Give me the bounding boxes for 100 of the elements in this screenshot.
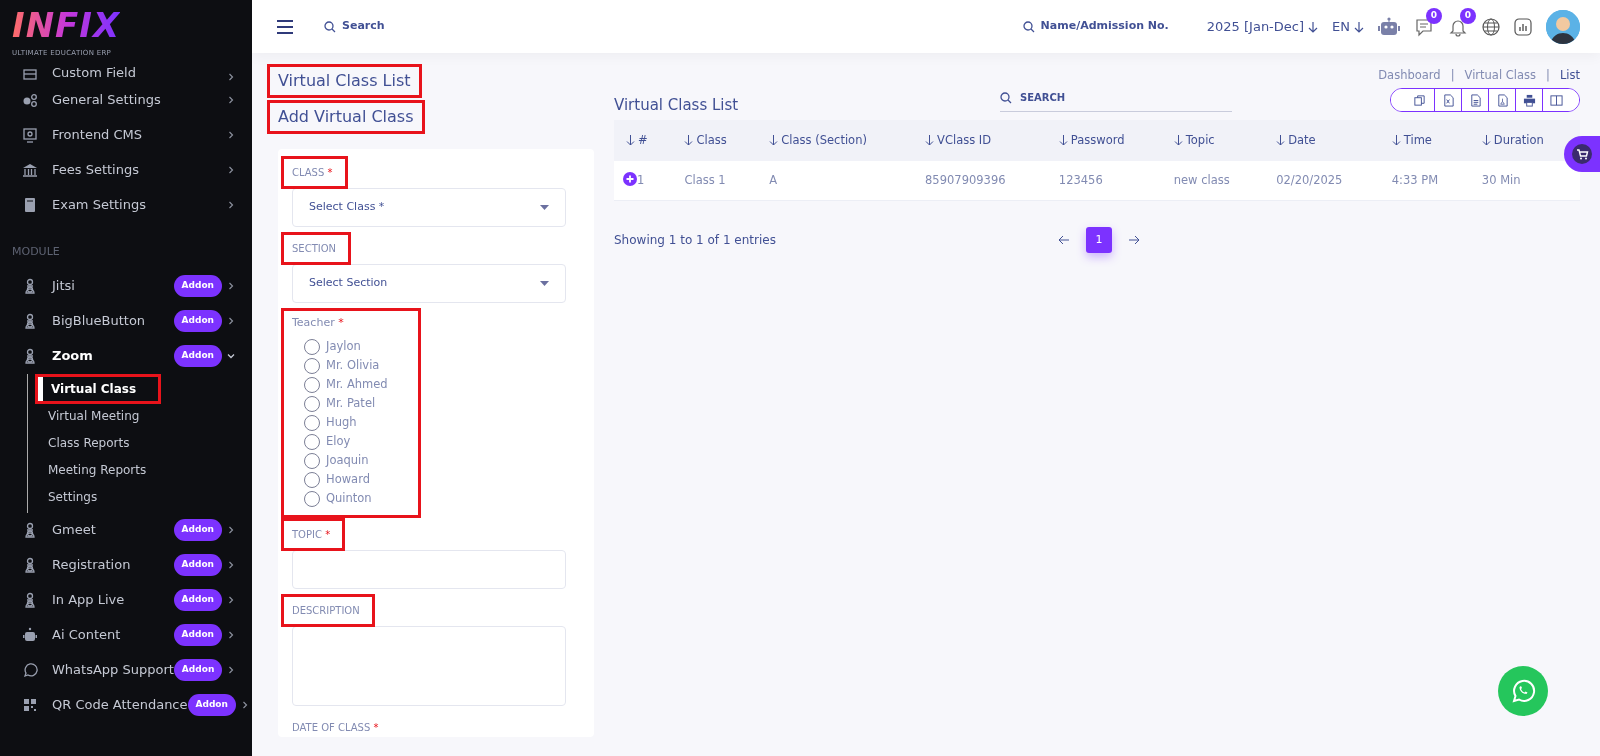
caret-icon	[540, 281, 549, 286]
sidebar-item[interactable]: In App Live Addon	[0, 582, 252, 618]
table-cell: 30 Min	[1469, 161, 1580, 201]
sort-arrow-icon	[1276, 135, 1286, 147]
cart-button[interactable]	[1564, 136, 1600, 172]
export-button[interactable]	[1435, 89, 1462, 112]
person-icon	[22, 278, 38, 294]
export-button[interactable]	[1516, 89, 1543, 112]
select-field[interactable]: Select Class *	[292, 188, 566, 227]
chevron-icon	[226, 281, 236, 291]
phone-chat-icon	[1510, 678, 1536, 704]
column-header[interactable]: #	[614, 120, 673, 162]
submenu-item[interactable]: Virtual Meeting	[28, 402, 252, 430]
columns-icon	[1549, 93, 1563, 107]
chevron-icon	[226, 72, 236, 82]
sidebar-item[interactable]: Ai Content Addon	[0, 617, 252, 653]
sidebar-item[interactable]: QR Code Attendance Addon	[0, 687, 252, 723]
table-cell: 4:33 PM	[1379, 161, 1470, 201]
addon-badge: Addon	[173, 624, 222, 646]
radio-option[interactable]: Mr. Patel	[292, 394, 388, 414]
textarea-field[interactable]	[292, 625, 566, 706]
export-button[interactable]	[1543, 89, 1579, 112]
count-badge: 0	[1426, 7, 1442, 24]
sidebar-item[interactable]: Fees Settings	[0, 152, 252, 187]
chevron-icon	[226, 129, 236, 140]
expand-icon[interactable]	[623, 171, 637, 186]
down-arrow-icon	[1354, 20, 1364, 33]
message-icon[interactable]	[1414, 16, 1434, 37]
person-icon	[22, 348, 38, 364]
table-cell: 85907909396	[913, 161, 1047, 201]
cart-icon	[1571, 143, 1593, 165]
language-dropdown[interactable]: EN	[1332, 16, 1364, 37]
sidebar-item[interactable]: Exam Settings	[0, 187, 252, 222]
field-label: DESCRIPTION	[284, 596, 372, 624]
chart-icon[interactable]	[1514, 17, 1532, 36]
column-header[interactable]: Class	[672, 120, 758, 162]
submenu-item[interactable]: Class Reports	[28, 429, 252, 457]
table-cell: A	[757, 161, 914, 201]
search-field[interactable]: Search	[324, 18, 385, 35]
radio-option[interactable]: Eloy	[292, 432, 388, 452]
down-arrow-icon	[1308, 20, 1319, 33]
sort-arrow-icon	[684, 135, 694, 147]
sidebar-item[interactable]: BigBlueButton Addon	[0, 303, 252, 339]
export-button[interactable]	[1462, 89, 1489, 112]
previous-arrow-icon[interactable]	[1057, 234, 1070, 245]
submenu-item[interactable]: Meeting Reports	[28, 456, 252, 484]
column-header[interactable]: Date	[1264, 120, 1380, 162]
menu-icon[interactable]	[276, 19, 294, 34]
column-header[interactable]: Topic	[1161, 120, 1265, 162]
form-icon	[22, 66, 38, 82]
globe-icon[interactable]	[1482, 17, 1500, 36]
submenu-item[interactable]: Settings	[28, 483, 252, 511]
sidebar-item[interactable]: General Settings	[0, 82, 252, 117]
chevron-icon	[226, 595, 236, 605]
select-field[interactable]: Select Section	[292, 264, 566, 303]
column-header[interactable]: Duration	[1469, 120, 1580, 162]
session-dropdown[interactable]: 2025 [Jan-Dec]	[1206, 16, 1319, 37]
sidebar-item[interactable]: Custom Field	[0, 56, 252, 82]
table-cell: 02/20/2025	[1264, 161, 1380, 201]
count-badge: 0	[1460, 7, 1476, 24]
chat-bubble-icon	[22, 662, 38, 678]
sort-arrow-icon	[1058, 135, 1068, 147]
page-button[interactable]: 1	[1085, 226, 1112, 253]
person-icon	[22, 522, 38, 538]
chevron-icon	[226, 199, 236, 210]
column-header[interactable]: Password	[1046, 120, 1162, 162]
export-button[interactable]	[1489, 89, 1516, 112]
radio-option[interactable]: Jaylon	[292, 337, 388, 357]
text-field[interactable]	[292, 549, 566, 589]
radio-option[interactable]: Mr. Ahmed	[292, 375, 388, 395]
copy-icon	[1413, 93, 1426, 107]
sidebar-item[interactable]: Frontend CMS	[0, 117, 252, 152]
column-header[interactable]: Time	[1379, 120, 1470, 162]
column-header[interactable]: VClass ID	[913, 120, 1047, 162]
person-icon	[22, 592, 38, 608]
table-search-field[interactable]: SEARCH	[1000, 84, 1232, 113]
breadcrumb-separator: |	[1450, 67, 1455, 84]
robot-icon[interactable]	[1378, 16, 1400, 37]
radio-option[interactable]: Joaquin	[292, 451, 388, 471]
sidebar-item[interactable]: Zoom Addon	[0, 338, 252, 374]
next-arrow-icon[interactable]	[1127, 234, 1140, 245]
print-icon	[1522, 93, 1536, 107]
search-icon	[324, 20, 336, 33]
person-icon	[22, 557, 38, 573]
student-search-field[interactable]: Name/Admission No.	[1022, 18, 1169, 35]
sort-arrow-icon	[626, 135, 635, 147]
avatar[interactable]	[1546, 9, 1580, 44]
addon-badge: Addon	[187, 694, 236, 716]
sidebar-item[interactable]: Registration Addon	[0, 547, 252, 583]
submenu-item[interactable]: Virtual Class	[38, 376, 159, 401]
table-cell: 1	[614, 161, 673, 201]
table-cell: 123456	[1046, 161, 1162, 201]
gears-icon	[22, 91, 38, 108]
radio-option[interactable]: Mr. Olivia	[292, 356, 388, 376]
export-button[interactable]	[1391, 89, 1435, 112]
column-header[interactable]: Class (Section)	[757, 120, 914, 162]
sidebar-item[interactable]: WhatsApp Support Addon	[0, 652, 252, 688]
sidebar-item[interactable]: Gmeet Addon	[0, 512, 252, 548]
field-label: DATE OF CLASS *	[291, 720, 380, 735]
sidebar-item[interactable]: Jitsi Addon	[0, 268, 252, 304]
